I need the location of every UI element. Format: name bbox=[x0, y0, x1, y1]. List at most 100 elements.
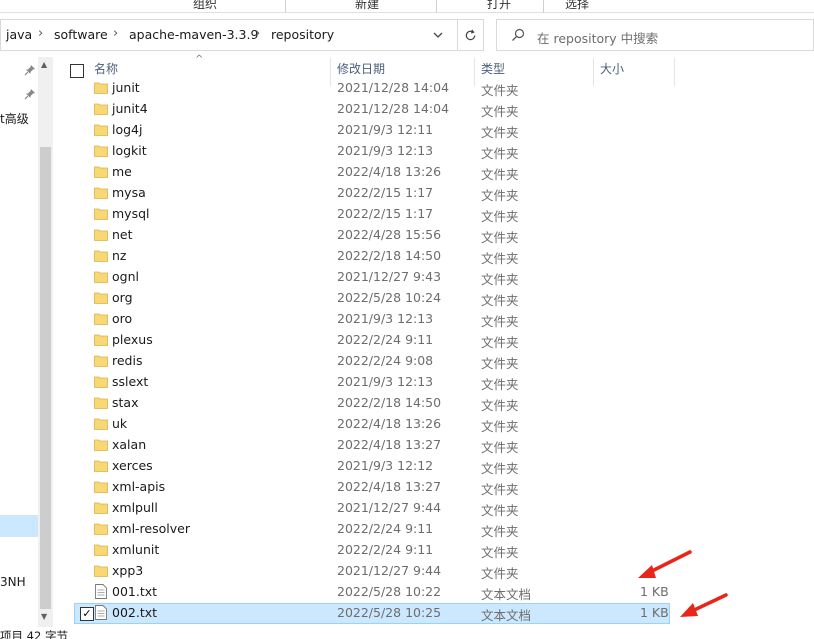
cell-name[interactable]: xerces bbox=[112, 458, 153, 473]
folder-icon bbox=[94, 397, 108, 409]
folder-row[interactable]: uk 2022/4/18 13:26 文件夹 bbox=[70, 414, 670, 435]
cell-name[interactable]: stax bbox=[112, 395, 138, 410]
folder-row[interactable]: ognl 2021/12/27 9:43 文件夹 bbox=[70, 267, 670, 288]
cell-type: 文本文档 bbox=[481, 608, 532, 623]
folder-row[interactable]: logkit 2021/9/3 12:13 文件夹 bbox=[70, 141, 670, 162]
folder-row[interactable]: stax 2022/2/18 14:50 文件夹 bbox=[70, 393, 670, 414]
breadcrumb-repository[interactable]: repository bbox=[271, 27, 334, 42]
breadcrumb-software[interactable]: software bbox=[54, 27, 108, 42]
chevron-right-icon[interactable]: › bbox=[38, 26, 43, 41]
cell-date-modified: 2021/9/3 12:13 bbox=[337, 311, 434, 326]
refresh-button[interactable] bbox=[458, 19, 484, 51]
cell-date-modified: 2022/4/28 15:56 bbox=[337, 227, 442, 242]
chevron-right-icon[interactable]: › bbox=[113, 26, 118, 41]
folder-icon bbox=[94, 208, 108, 220]
cell-name[interactable]: org bbox=[112, 290, 133, 305]
folder-row[interactable]: redis 2022/2/24 9:08 文件夹 bbox=[70, 351, 670, 372]
cell-name[interactable]: me bbox=[112, 164, 132, 179]
folder-row[interactable]: org 2022/5/28 10:24 文件夹 bbox=[70, 288, 670, 309]
cell-name[interactable]: ognl bbox=[112, 269, 139, 284]
cell-name[interactable]: net bbox=[112, 227, 133, 242]
folder-row[interactable]: log4j 2021/9/3 12:11 文件夹 bbox=[70, 120, 670, 141]
folder-row[interactable]: xalan 2022/4/18 13:27 文件夹 bbox=[70, 435, 670, 456]
ribbon-group-new[interactable]: 新建 bbox=[355, 0, 379, 12]
ribbon-group-select[interactable]: 选择 bbox=[565, 0, 589, 12]
cell-date-modified: 2022/2/15 1:17 bbox=[337, 185, 434, 200]
cell-name[interactable]: xmlunit bbox=[112, 542, 159, 557]
breadcrumb-apache-maven[interactable]: apache-maven-3.3.9 bbox=[129, 27, 258, 42]
nav-scrollbar-thumb[interactable] bbox=[40, 147, 51, 609]
folder-row[interactable]: oro 2021/9/3 12:13 文件夹 bbox=[70, 309, 670, 330]
cell-name[interactable]: xmlpull bbox=[112, 500, 158, 515]
folder-icon bbox=[94, 229, 108, 241]
cell-name[interactable]: xml-apis bbox=[112, 479, 165, 494]
cell-type: 文件夹 bbox=[481, 167, 519, 182]
ribbon-group-open[interactable]: 打开 bbox=[487, 0, 511, 12]
nav-item-3nh[interactable]: 3NH bbox=[0, 575, 26, 589]
folder-row[interactable]: mysa 2022/2/15 1:17 文件夹 bbox=[70, 183, 670, 204]
cell-name[interactable]: 002.txt bbox=[112, 605, 157, 620]
nav-item-advanced[interactable]: t高级 bbox=[0, 110, 29, 127]
status-bar-text: 项目 42 字节 bbox=[0, 629, 68, 639]
cell-name[interactable]: mysa bbox=[112, 185, 146, 200]
folder-row[interactable]: plexus 2022/2/24 9:11 文件夹 bbox=[70, 330, 670, 351]
scroll-down-icon[interactable]: ▼ bbox=[41, 612, 47, 621]
folder-row[interactable]: xerces 2021/9/3 12:12 文件夹 bbox=[70, 456, 670, 477]
cell-type: 文件夹 bbox=[481, 545, 519, 560]
folder-row[interactable]: mysql 2022/2/15 1:17 文件夹 bbox=[70, 204, 670, 225]
ribbon-divider bbox=[543, 0, 544, 13]
refresh-icon bbox=[465, 29, 476, 41]
cell-date-modified: 2021/9/3 12:13 bbox=[337, 143, 434, 158]
cell-name[interactable]: junit4 bbox=[112, 101, 148, 116]
cell-type: 文件夹 bbox=[481, 251, 519, 266]
cell-name[interactable]: nz bbox=[112, 248, 126, 263]
cell-name[interactable]: logkit bbox=[112, 143, 147, 158]
folder-row[interactable]: sslext 2021/9/3 12:13 文件夹 bbox=[70, 372, 670, 393]
folder-icon bbox=[94, 502, 108, 514]
cell-name[interactable]: sslext bbox=[112, 374, 148, 389]
cell-name[interactable]: oro bbox=[112, 311, 132, 326]
file-row[interactable]: ✓ 002.txt 2022/5/28 10:25 文本文档 1 KB bbox=[74, 603, 670, 624]
folder-icon bbox=[94, 313, 108, 325]
cell-name[interactable]: 001.txt bbox=[112, 584, 157, 599]
folder-row[interactable]: xmlunit 2022/2/24 9:11 文件夹 bbox=[70, 540, 670, 561]
select-all-checkbox[interactable] bbox=[70, 64, 84, 78]
folder-row[interactable]: xmlpull 2021/12/27 9:44 文件夹 bbox=[70, 498, 670, 519]
folder-row[interactable]: nz 2022/2/18 14:50 文件夹 bbox=[70, 246, 670, 267]
pin-icon[interactable] bbox=[24, 64, 36, 76]
address-bar[interactable]: java › software › apache-maven-3.3.9 › r… bbox=[0, 19, 458, 51]
chevron-down-icon[interactable] bbox=[432, 29, 444, 41]
cell-name[interactable]: xpp3 bbox=[112, 563, 143, 578]
folder-row[interactable]: junit 2021/12/28 14:04 文件夹 bbox=[70, 78, 670, 99]
file-row[interactable]: 001.txt 2022/5/28 10:22 文本文档 1 KB bbox=[70, 582, 670, 603]
folder-row[interactable]: xml-apis 2022/4/18 13:27 文件夹 bbox=[70, 477, 670, 498]
folder-row[interactable]: xpp3 2021/12/27 9:44 文件夹 bbox=[70, 561, 670, 582]
cell-date-modified: 2022/2/24 9:11 bbox=[337, 332, 434, 347]
cell-type: 文件夹 bbox=[481, 209, 519, 224]
cell-name[interactable]: junit bbox=[112, 80, 140, 95]
cell-type: 文件夹 bbox=[481, 482, 519, 497]
cell-name[interactable]: log4j bbox=[112, 122, 142, 137]
cell-date-modified: 2021/12/27 9:44 bbox=[337, 500, 442, 515]
cell-name[interactable]: uk bbox=[112, 416, 127, 431]
nav-item-selected[interactable] bbox=[0, 515, 38, 537]
cell-date-modified: 2022/2/24 9:08 bbox=[337, 353, 434, 368]
folder-row[interactable]: net 2022/4/28 15:56 文件夹 bbox=[70, 225, 670, 246]
folder-row[interactable]: junit4 2021/12/28 14:04 文件夹 bbox=[70, 99, 670, 120]
cell-name[interactable]: xml-resolver bbox=[112, 521, 190, 536]
cell-name[interactable]: mysql bbox=[112, 206, 150, 221]
cell-name[interactable]: xalan bbox=[112, 437, 146, 452]
folder-icon bbox=[94, 418, 108, 430]
pin-icon[interactable] bbox=[24, 88, 36, 100]
folder-row[interactable]: xml-resolver 2022/2/24 9:11 文件夹 bbox=[70, 519, 670, 540]
breadcrumb-java[interactable]: java bbox=[6, 27, 32, 42]
cell-date-modified: 2022/5/28 10:25 bbox=[337, 605, 442, 620]
search-input[interactable]: 在 repository 中搜索 bbox=[496, 19, 814, 51]
cell-name[interactable]: redis bbox=[112, 353, 142, 368]
chevron-right-icon[interactable]: › bbox=[255, 26, 260, 41]
cell-name[interactable]: plexus bbox=[112, 332, 153, 347]
row-checkbox[interactable]: ✓ bbox=[80, 607, 94, 621]
folder-row[interactable]: me 2022/4/18 13:26 文件夹 bbox=[70, 162, 670, 183]
ribbon-group-organize[interactable]: 组织 bbox=[193, 0, 217, 12]
scroll-up-icon[interactable]: ▲ bbox=[41, 60, 47, 69]
